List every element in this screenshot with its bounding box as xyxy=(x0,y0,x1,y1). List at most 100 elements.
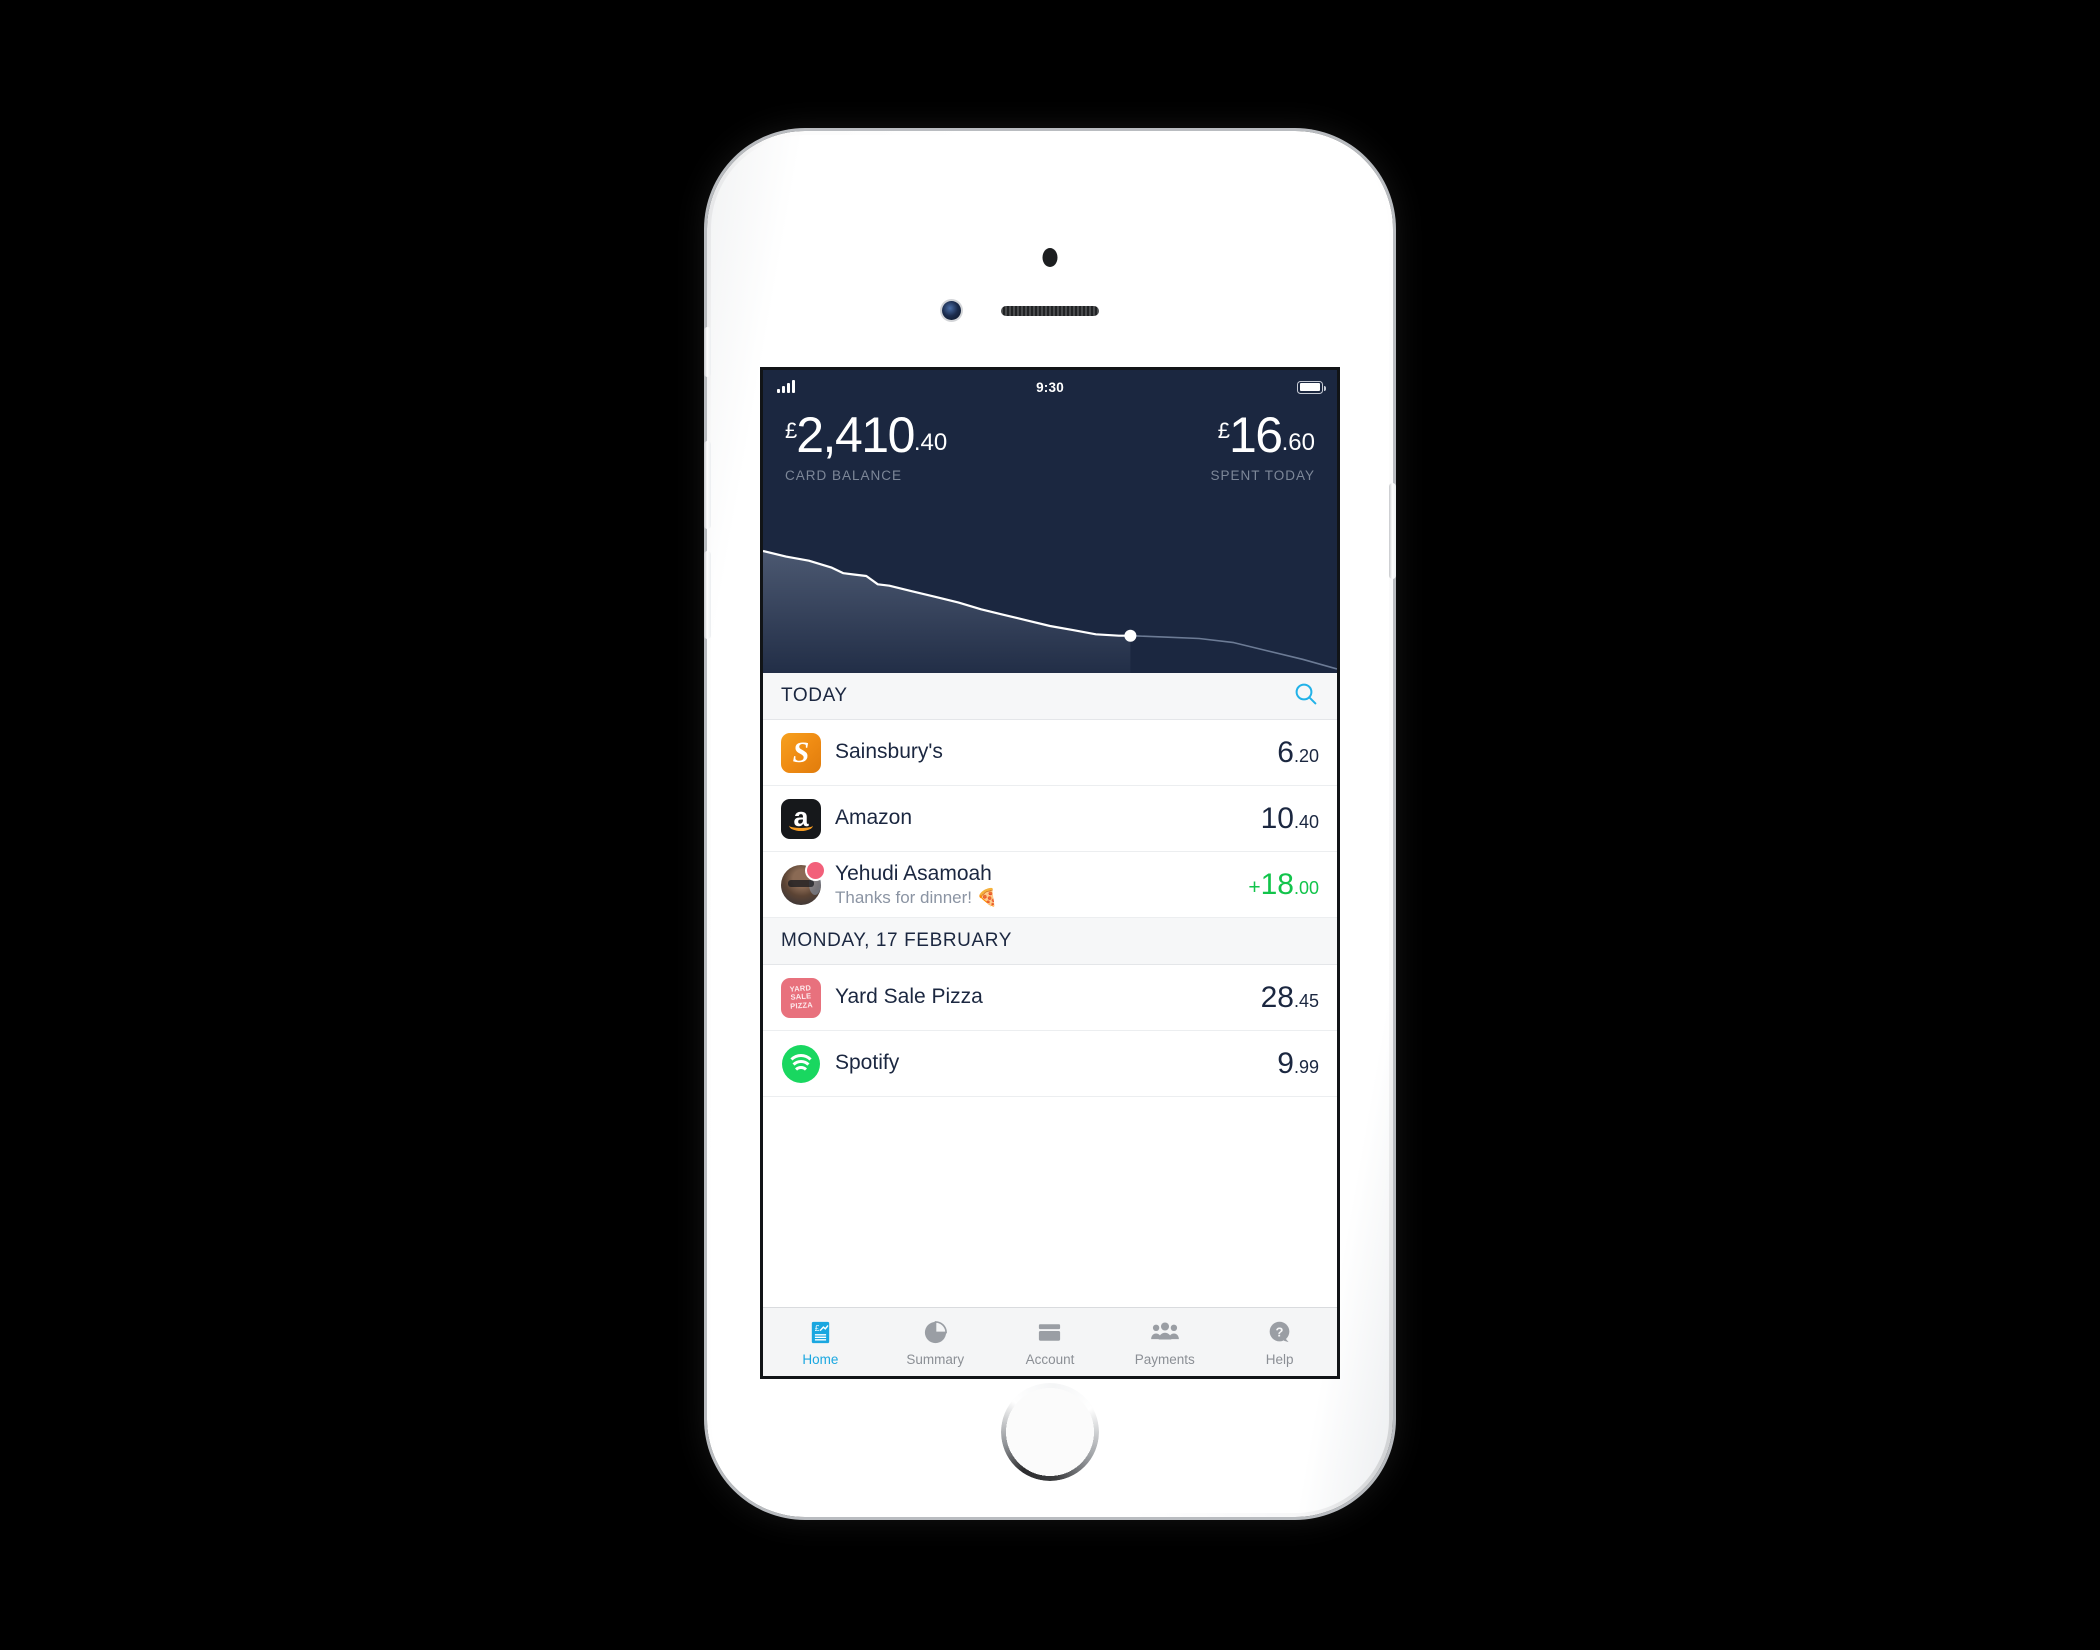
search-icon[interactable] xyxy=(1293,681,1319,712)
amazon-smile-arrow xyxy=(789,820,813,831)
tab-account-label: Account xyxy=(1025,1351,1075,1367)
transaction-amount: 6.20 xyxy=(1277,736,1319,770)
status-bar: 9:30 xyxy=(763,370,1337,400)
volume-up-button[interactable] xyxy=(704,441,711,529)
balance-trend-chart[interactable] xyxy=(763,533,1337,673)
card-balance-block[interactable]: £2,410.40 CARD BALANCE xyxy=(785,410,1050,483)
amount-integer: 28 xyxy=(1260,980,1294,1014)
proximity-sensor xyxy=(1042,248,1058,267)
earpiece-speaker xyxy=(1001,306,1099,316)
sainsburys-logo-text: S xyxy=(792,735,810,769)
pie-chart-icon xyxy=(922,1318,949,1348)
table-row[interactable]: a Amazon 10.40 xyxy=(763,786,1337,852)
amount-integer: 18 xyxy=(1260,867,1294,901)
volume-down-button[interactable] xyxy=(704,551,711,639)
yard-sale-pizza-logo-text: YARD SALE PIZZA xyxy=(789,983,814,1011)
section-header-today: TODAY xyxy=(763,673,1337,720)
section-title: TODAY xyxy=(781,685,848,706)
card-balance-decimals: .40 xyxy=(913,429,948,456)
tab-home[interactable]: £ Home xyxy=(763,1308,878,1376)
people-icon xyxy=(1150,1318,1180,1348)
chart-area-fill xyxy=(763,551,1131,673)
transaction-text: Sainsbury's xyxy=(835,740,1277,764)
power-button[interactable] xyxy=(1389,483,1396,579)
tab-home-label: Home xyxy=(802,1351,839,1367)
card-balance-label: CARD BALANCE xyxy=(785,468,903,483)
transaction-text: Yehudi Asamoah Thanks for dinner! 🍕 xyxy=(835,862,1248,908)
amount-integer: 10 xyxy=(1260,801,1294,835)
section-title: MONDAY, 17 FEBRUARY xyxy=(781,930,1013,951)
transaction-text: Yard Sale Pizza xyxy=(835,985,1261,1009)
avatar xyxy=(781,861,824,905)
status-bar-time: 9:30 xyxy=(1036,379,1064,395)
chart-projected-line xyxy=(1130,634,1337,670)
tab-summary-label: Summary xyxy=(906,1351,965,1367)
merchant-name: Sainsbury's xyxy=(835,740,943,764)
transaction-note: Thanks for dinner! 🍕 xyxy=(835,887,998,907)
merchant-name: Spotify xyxy=(835,1051,900,1075)
transaction-text: Amazon xyxy=(835,806,1261,830)
section-header-monday: MONDAY, 17 FEBRUARY xyxy=(763,918,1337,965)
amount-integer: 9 xyxy=(1277,1046,1294,1080)
spent-today-integer: 16 xyxy=(1229,407,1283,463)
tab-help-label: Help xyxy=(1265,1351,1294,1367)
tab-help[interactable]: ? Help xyxy=(1222,1308,1337,1376)
spotify-mark xyxy=(782,1044,820,1083)
mute-switch[interactable] xyxy=(704,327,711,377)
svg-text:£: £ xyxy=(815,1323,820,1333)
tab-payments[interactable]: Payments xyxy=(1107,1308,1222,1376)
amount-decimals: .20 xyxy=(1293,745,1319,766)
amount-decimals: .99 xyxy=(1293,1056,1319,1077)
card-icon xyxy=(1036,1318,1063,1348)
amount-decimals: .00 xyxy=(1293,877,1319,898)
merchant-name: Yard Sale Pizza xyxy=(835,985,983,1009)
transaction-amount: 28.45 xyxy=(1261,981,1319,1015)
spotify-wave-3 xyxy=(792,1065,810,1083)
spent-today-amount: £16.60 xyxy=(1050,410,1315,460)
merchant-name: Amazon xyxy=(835,806,913,830)
balance-figures: £2,410.40 CARD BALANCE £16.60 SPENT TODA… xyxy=(763,400,1337,483)
yard-sale-pizza-logo: YARD SALE PIZZA xyxy=(781,977,821,1018)
tab-account[interactable]: Account xyxy=(993,1308,1108,1376)
spotify-logo xyxy=(781,1043,821,1084)
merchant-name: Yehudi Asamoah xyxy=(835,861,992,885)
card-balance-amount: £2,410.40 xyxy=(785,410,1050,460)
table-row[interactable]: YARD SALE PIZZA Yard Sale Pizza 28.45 xyxy=(763,965,1337,1031)
phone-device: 9:30 £2,410.40 CARD BALANCE £16.60 SPENT… xyxy=(704,131,1396,1517)
amount-decimals: .45 xyxy=(1293,990,1319,1011)
screenshot-stage: 9:30 £2,410.40 CARD BALANCE £16.60 SPENT… xyxy=(0,0,2100,1650)
transaction-amount: 9.99 xyxy=(1277,1047,1319,1081)
sainsburys-logo: S xyxy=(781,732,821,773)
transaction-amount: 10.40 xyxy=(1261,802,1319,836)
table-row[interactable]: Yehudi Asamoah Thanks for dinner! 🍕 +18.… xyxy=(763,852,1337,918)
spent-today-block[interactable]: £16.60 SPENT TODAY xyxy=(1050,410,1315,483)
spent-today-currency: £ xyxy=(1217,418,1230,443)
table-row[interactable]: S Sainsbury's 6.20 xyxy=(763,720,1337,786)
bottom-tab-bar[interactable]: £ Home Summary Account Payments ? Help xyxy=(763,1307,1337,1376)
spent-today-label: SPENT TODAY xyxy=(1210,468,1315,483)
front-camera xyxy=(942,301,961,320)
card-balance-integer: 2,410 xyxy=(796,407,915,463)
phone-screen: 9:30 £2,410.40 CARD BALANCE £16.60 SPENT… xyxy=(763,370,1337,1376)
transaction-text: Spotify xyxy=(835,1051,1277,1075)
home-button[interactable] xyxy=(1001,1383,1099,1481)
card-balance-currency: £ xyxy=(785,418,797,443)
svg-text:?: ? xyxy=(1276,1325,1284,1340)
spent-today-decimals: .60 xyxy=(1281,429,1315,456)
avatar-glasses xyxy=(788,879,814,887)
amount-decimals: .40 xyxy=(1293,811,1319,832)
status-badge xyxy=(807,861,824,879)
chart-today-marker xyxy=(1124,629,1137,642)
transaction-amount: +18.00 xyxy=(1248,868,1319,902)
amount-integer: 6 xyxy=(1277,735,1294,769)
tab-payments-label: Payments xyxy=(1134,1351,1195,1367)
statement-icon: £ xyxy=(807,1318,834,1348)
tab-summary[interactable]: Summary xyxy=(878,1308,993,1376)
table-row[interactable]: Spotify 9.99 xyxy=(763,1031,1337,1097)
transaction-list[interactable]: TODAY S Sainsbury's 6.20 a Amazon 10.40 … xyxy=(763,673,1337,1376)
question-bubble-icon: ? xyxy=(1266,1318,1293,1348)
battery-full-icon xyxy=(1297,380,1327,394)
balance-header: 9:30 £2,410.40 CARD BALANCE £16.60 SPENT… xyxy=(763,370,1337,755)
amount-sign: + xyxy=(1248,875,1261,899)
amazon-logo: a xyxy=(781,798,821,839)
